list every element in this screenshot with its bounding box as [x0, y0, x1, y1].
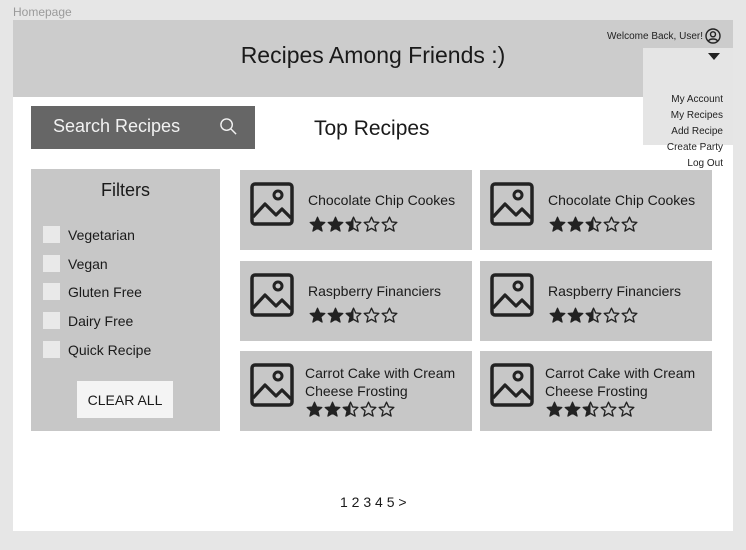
- image-placeholder-icon: [490, 273, 534, 317]
- menu-add-recipe[interactable]: Add Recipe: [667, 124, 723, 140]
- recipe-card[interactable]: Raspberry Financiers: [240, 261, 472, 341]
- image-placeholder-icon: [490, 363, 534, 407]
- recipe-card[interactable]: Carrot Cake with Cream Cheese Frosting: [480, 351, 712, 431]
- welcome-text: Welcome Back, User!: [607, 31, 703, 42]
- filter-checkbox[interactable]: [43, 283, 60, 300]
- star-filled-icon: [327, 216, 344, 232]
- site-title: Recipes Among Friends :): [240, 42, 506, 68]
- top-recipes-title: Top Recipes: [314, 117, 430, 140]
- star-rating: [546, 401, 635, 418]
- star-half-icon: [345, 216, 362, 232]
- recipe-title: Carrot Cake with Cream Cheese Frosting: [545, 365, 696, 399]
- filters-panel: Filters Vegetarian Vegan Gluten Free Dai…: [31, 169, 220, 431]
- star-rating: [549, 216, 638, 233]
- image-placeholder-icon: [250, 273, 294, 317]
- star-rating: [309, 307, 398, 324]
- recipe-card[interactable]: Raspberry Financiers: [480, 261, 712, 341]
- star-empty-icon: [363, 216, 380, 232]
- filter-checkbox[interactable]: [43, 341, 60, 358]
- search-label: Search Recipes: [53, 116, 181, 136]
- image-placeholder-icon: [250, 363, 294, 407]
- search-icon[interactable]: [219, 117, 238, 136]
- star-empty-icon: [621, 307, 638, 323]
- star-filled-icon: [567, 307, 584, 323]
- recipe-title: Chocolate Chip Cookes: [308, 192, 456, 208]
- star-filled-icon: [567, 216, 584, 232]
- filter-checkbox[interactable]: [43, 255, 60, 272]
- star-half-icon: [585, 216, 602, 232]
- star-empty-icon: [621, 216, 638, 232]
- star-rating: [306, 401, 395, 418]
- filter-label: Quick Recipe: [68, 342, 152, 358]
- filter-label: Dairy Free: [68, 313, 134, 329]
- recipe-title: Raspberry Financiers: [308, 283, 442, 299]
- star-empty-icon: [381, 216, 398, 232]
- pagination-pages[interactable]: 1 2 3 4 5: [340, 494, 395, 510]
- star-filled-icon: [327, 307, 344, 323]
- chevron-down-icon[interactable]: [708, 53, 720, 60]
- menu-create-party[interactable]: Create Party: [667, 140, 723, 156]
- filter-label: Vegan: [68, 256, 108, 272]
- star-filled-icon: [309, 307, 326, 323]
- recipe-card[interactable]: Carrot Cake with Cream Cheese Frosting: [240, 351, 472, 431]
- star-half-icon: [345, 307, 362, 323]
- image-placeholder-icon: [490, 182, 534, 226]
- recipe-title: Raspberry Financiers: [548, 283, 682, 299]
- star-filled-icon: [549, 216, 566, 232]
- star-filled-icon: [549, 307, 566, 323]
- filter-checkbox[interactable]: [43, 226, 60, 243]
- star-half-icon: [342, 401, 359, 417]
- recipe-card[interactable]: Chocolate Chip Cookes: [480, 170, 712, 250]
- filter-label: Vegetarian: [68, 227, 135, 243]
- filter-label: Gluten Free: [68, 284, 142, 300]
- recipe-title: Chocolate Chip Cookes: [548, 192, 696, 208]
- star-filled-icon: [324, 401, 341, 417]
- recipe-card[interactable]: Chocolate Chip Cookes: [240, 170, 472, 250]
- pagination-next[interactable]: >: [398, 494, 406, 510]
- star-empty-icon: [600, 401, 617, 417]
- recipe-title: Carrot Cake with Cream Cheese Frosting: [305, 365, 456, 399]
- star-empty-icon: [618, 401, 635, 417]
- filters-title: Filters: [101, 180, 150, 200]
- clear-all-button[interactable]: CLEAR ALL: [77, 381, 173, 418]
- menu-my-recipes[interactable]: My Recipes: [667, 108, 723, 124]
- star-empty-icon: [360, 401, 377, 417]
- homepage-frame: Recipes Among Friends :) My Account My R…: [13, 20, 733, 531]
- star-filled-icon: [546, 401, 563, 417]
- star-empty-icon: [603, 307, 620, 323]
- frame-label: Homepage: [13, 5, 72, 19]
- star-empty-icon: [381, 307, 398, 323]
- star-half-icon: [585, 307, 602, 323]
- star-half-icon: [582, 401, 599, 417]
- menu-my-account[interactable]: My Account: [667, 92, 723, 108]
- image-placeholder-icon: [250, 182, 294, 226]
- star-filled-icon: [306, 401, 323, 417]
- filter-checkbox[interactable]: [43, 312, 60, 329]
- star-empty-icon: [378, 401, 395, 417]
- star-filled-icon: [309, 216, 326, 232]
- account-dropdown: My Account My Recipes Add Recipe Create …: [643, 48, 733, 169]
- search-bar[interactable]: Search Recipes: [31, 106, 255, 149]
- pagination: 1 2 3 4 5 >: [340, 494, 407, 510]
- star-empty-icon: [363, 307, 380, 323]
- star-empty-icon: [603, 216, 620, 232]
- star-rating: [549, 307, 638, 324]
- star-rating: [309, 216, 398, 233]
- user-avatar-icon[interactable]: [705, 28, 721, 44]
- star-filled-icon: [564, 401, 581, 417]
